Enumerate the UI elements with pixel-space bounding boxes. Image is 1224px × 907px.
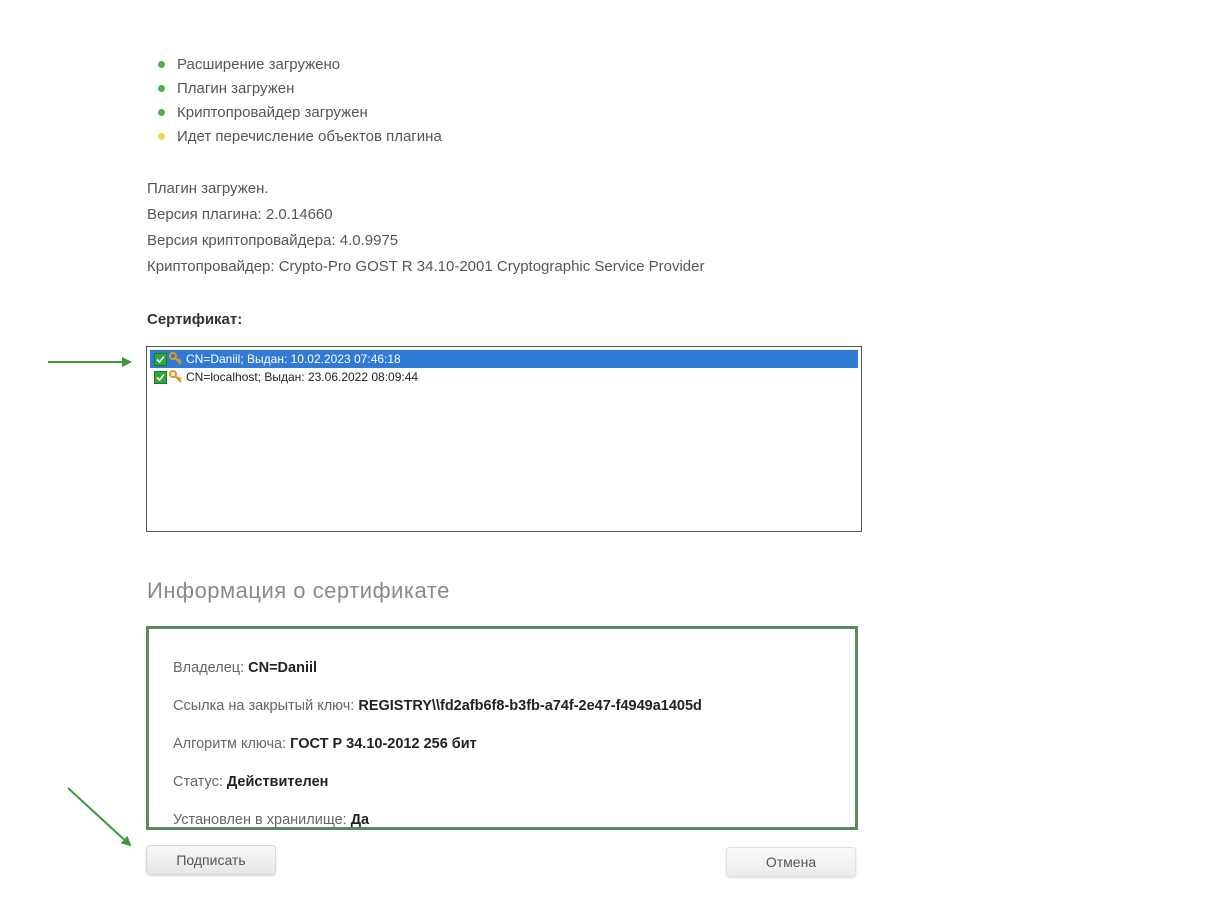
certificate-option-text: CN=localhost; Выдан: 23.06.2022 08:09:44: [186, 370, 419, 384]
private-key-link-row: Ссылка на закрытый ключ: REGISTRY\\fd2af…: [173, 687, 855, 725]
key-icon: [169, 352, 182, 365]
status-ok-dot: [158, 60, 165, 68]
cancel-button[interactable]: Отмена: [726, 847, 856, 877]
status-item-extension: Расширение загружено: [158, 52, 442, 76]
certificate-listbox[interactable]: CN=Daniil; Выдан: 10.02.2023 07:46:18 CN…: [146, 346, 862, 532]
private-key-link-label: Ссылка на закрытый ключ:: [173, 698, 355, 714]
certificate-label: Сертификат:: [147, 311, 243, 328]
status-text: Расширение загружено: [177, 55, 341, 73]
key-algorithm-label: Алгоритм ключа:: [173, 736, 287, 752]
status-text: Идет перечисление объектов плагина: [177, 127, 442, 145]
status-text: Плагин загружен: [177, 79, 295, 97]
certificate-option-daniil[interactable]: CN=Daniil; Выдан: 10.02.2023 07:46:18: [150, 350, 858, 368]
status-text: Криптопровайдер загружен: [177, 103, 368, 121]
store-row: Установлен в хранилище: Да: [173, 801, 855, 839]
status-row: Статус: Действителен: [173, 763, 855, 801]
valid-check-icon: [154, 352, 167, 366]
status-item-plugin: Плагин загружен: [158, 76, 442, 100]
arrow-to-sign-button: [67, 787, 132, 847]
sign-button[interactable]: Подписать: [146, 845, 276, 875]
key-icon: [169, 370, 182, 383]
status-item-csp: Криптопровайдер загружен: [158, 100, 442, 124]
valid-check-icon: [154, 370, 167, 384]
csp-name-text: Криптопровайдер: Crypto-Pro GOST R 34.10…: [147, 258, 705, 275]
certificate-info-box: Владелец: CN=Daniil Ссылка на закрытый к…: [146, 626, 858, 830]
certificate-info-heading: Информация о сертификате: [147, 578, 450, 603]
status-ok-dot: [158, 108, 165, 116]
csp-version-text: Версия криптопровайдера: 4.0.9975: [147, 232, 399, 249]
status-item-enumeration: Идет перечисление объектов плагина: [158, 124, 442, 148]
owner-row: Владелец: CN=Daniil: [173, 649, 855, 687]
status-pending-dot: [158, 132, 165, 140]
status-list: Расширение загружено Плагин загружен Кри…: [158, 52, 442, 148]
key-algorithm-value: ГОСТ Р 34.10-2012 256 бит: [290, 736, 477, 752]
plugin-info: Плагин загружен. Версия плагина: 2.0.146…: [147, 176, 704, 280]
status-label: Статус:: [173, 774, 223, 790]
plugin-loaded-text: Плагин загружен.: [147, 180, 269, 197]
status-ok-dot: [158, 84, 165, 92]
private-key-link-value: REGISTRY\\fd2afb6f8-b3fb-a74f-2e47-f4949…: [358, 698, 702, 714]
owner-value: CN=Daniil: [248, 660, 318, 676]
owner-label: Владелец:: [173, 660, 245, 676]
certificate-option-localhost[interactable]: CN=localhost; Выдан: 23.06.2022 08:09:44: [150, 368, 858, 386]
store-value: Да: [350, 812, 370, 828]
key-algorithm-row: Алгоритм ключа: ГОСТ Р 34.10-2012 256 би…: [173, 725, 855, 763]
status-value: Действителен: [226, 774, 329, 790]
store-label: Установлен в хранилище:: [173, 812, 347, 828]
certificate-option-text: CN=Daniil; Выдан: 10.02.2023 07:46:18: [186, 352, 401, 366]
plugin-version-text: Версия плагина: 2.0.14660: [147, 206, 333, 223]
